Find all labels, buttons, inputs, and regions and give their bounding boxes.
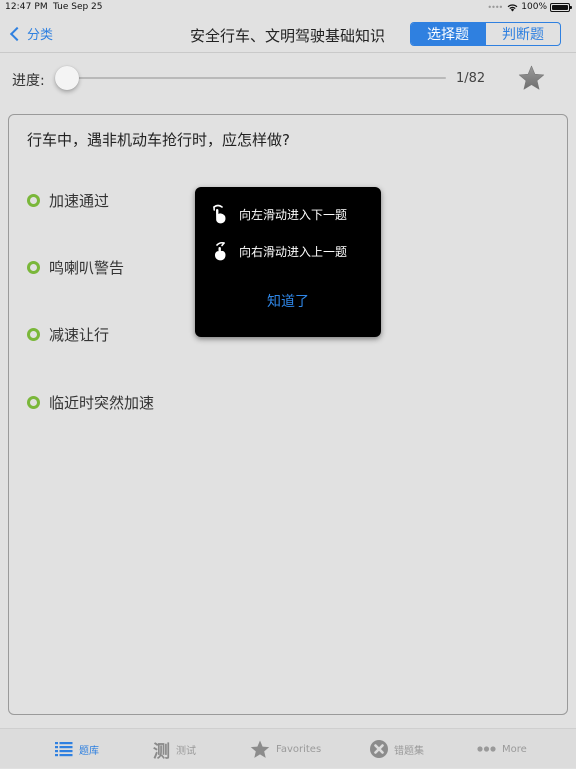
progress-count: 1/82 [456,71,486,86]
hint-text: 向右滑动进入上一题 [239,244,348,259]
option-text: 加速通过 [49,192,110,210]
question-type-segmented-control[interactable]: 选择题 判断题 [410,22,561,46]
segment-multiple-choice[interactable]: 选择题 [411,23,485,45]
radio-icon [27,194,40,207]
option-d[interactable]: 临近时突然加速 [27,392,154,413]
list-icon [55,741,73,757]
more-icon [477,746,496,752]
tab-favorites[interactable]: Favorites [250,729,321,769]
question-text: 行车中，遇非机动车抢行时，应怎样做? [27,131,290,149]
progress-slider[interactable] [55,66,446,90]
back-label: 分类 [27,28,54,43]
radio-icon [27,261,40,274]
wifi-icon [507,3,518,11]
tab-more[interactable]: More [477,729,527,769]
hint-swipe-right: 向右滑动进入上一题 [211,241,347,261]
tab-bar: 题库 测 测试 Favorites 错题集 More [0,728,576,768]
option-text: 减速让行 [49,326,110,344]
star-icon [250,740,270,759]
tab-label: 题库 [79,745,99,757]
slider-thumb[interactable] [55,66,79,90]
tab-label: Favorites [276,743,322,755]
option-a[interactable]: 加速通过 [27,190,109,211]
back-button[interactable]: 分类 [8,24,53,43]
x-circle-icon [370,740,388,758]
option-c[interactable]: 减速让行 [27,324,109,345]
tab-wrong-answers[interactable]: 错题集 [370,729,424,769]
tab-label: More [502,743,527,755]
swipe-left-hand-icon [213,204,226,224]
navigation-bar: 分类 安全行车、文明驾驶基础知识 选择题 判断题 [0,16,576,53]
hint-text: 向左滑动进入下一题 [239,207,348,222]
status-bar: 12:47 PM Tue Sep 25 •••• 100% [0,0,576,16]
swipe-hint-popup: 向左滑动进入下一题 向右滑动进入上一题 知道了 [195,187,381,337]
radio-icon [27,328,40,341]
status-date: Tue Sep 25 [53,2,103,12]
hint-swipe-left: 向左滑动进入下一题 [211,204,347,224]
tab-test[interactable]: 测 测试 [153,729,196,769]
status-time: 12:47 PM [5,2,48,12]
chevron-left-icon [9,26,25,41]
tab-question-bank[interactable]: 题库 [55,729,99,769]
battery-percent: 100% [521,2,547,12]
signal-icon: •••• [487,2,503,12]
tab-label: 错题集 [394,745,424,757]
battery-icon [550,2,572,12]
segment-true-false[interactable]: 判断题 [485,23,560,45]
option-text: 临近时突然加速 [49,394,155,412]
tab-label: 测试 [176,745,196,757]
option-b[interactable]: 鸣喇叭警告 [27,257,124,278]
test-icon: 测 [153,741,170,762]
radio-icon [27,396,40,409]
favorite-star-icon[interactable] [518,65,545,91]
page-title: 安全行车、文明驾驶基础知识 [189,27,385,45]
got-it-button[interactable]: 知道了 [195,291,381,311]
option-text: 鸣喇叭警告 [49,259,125,277]
progress-label: 进度: [12,73,45,89]
swipe-right-hand-icon [214,241,226,261]
status-right: •••• 100% [487,2,572,12]
progress-row: 进度: 1/82 [0,54,576,104]
